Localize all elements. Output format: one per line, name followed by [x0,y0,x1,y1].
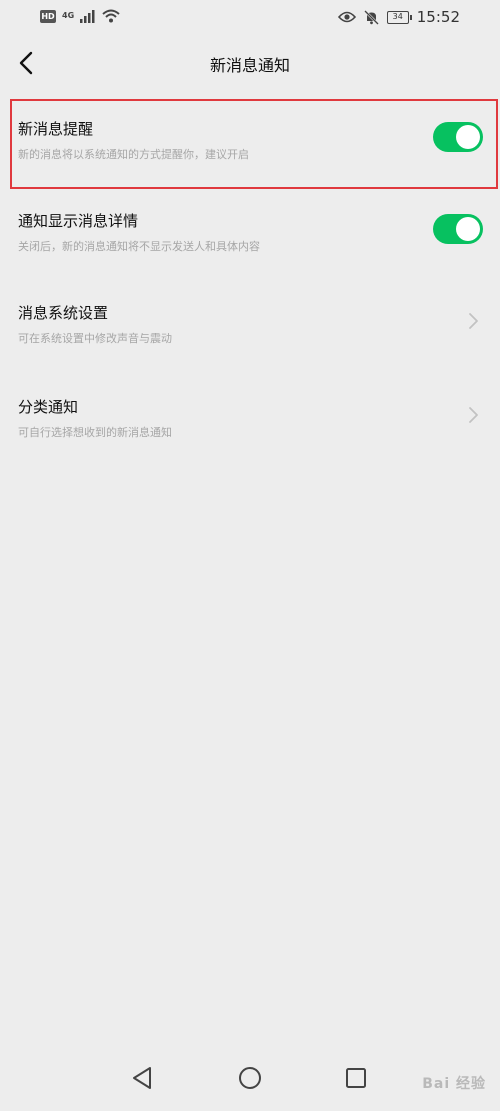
setting-row-new-message-alert[interactable]: 新消息提醒 新的消息将以系统通知的方式提醒你，建议开启 [0,100,500,188]
toggle-knob [456,217,480,241]
network-type-label: 4G [62,11,75,20]
setting-description: 可在系统设置中修改声音与震动 [18,332,172,345]
nav-recents-square-icon[interactable] [341,1063,371,1093]
setting-description: 关闭后，新的消息通知将不显示发送人和具体内容 [18,240,260,253]
bell-muted-icon [363,9,379,25]
setting-description: 新的消息将以系统通知的方式提醒你，建议开启 [18,148,249,161]
setting-row-system-settings[interactable]: 消息系统设置 可在系统设置中修改声音与震动 [0,284,500,372]
setting-row-show-message-details[interactable]: 通知显示消息详情 关闭后，新的消息通知将不显示发送人和具体内容 [0,192,500,280]
status-bar: HD 4G 34 15:52 [0,0,500,36]
chevron-right-icon[interactable] [466,406,480,424]
setting-title: 通知显示消息详情 [18,212,139,230]
screen: HD 4G 34 15:52 新消息通知 新消息提醒 新的消息将以系统通知的方式… [0,0,500,1111]
chevron-right-icon[interactable] [466,312,480,330]
wifi-icon [102,9,120,23]
setting-title: 分类通知 [18,398,79,416]
nav-home-circle-icon[interactable] [235,1063,265,1093]
hd-badge: HD [40,9,56,23]
setting-title: 新消息提醒 [18,120,94,138]
setting-description: 可自行选择想收到的新消息通知 [18,426,172,439]
status-bar-left: HD 4G [40,9,120,23]
status-bar-right: 34 15:52 [337,8,460,26]
eye-icon [337,11,356,23]
battery-indicator: 34 [386,10,412,24]
show-message-details-toggle[interactable] [433,214,483,244]
system-navigation-bar: Bai 经验 [0,1051,500,1111]
setting-row-category-notifications[interactable]: 分类通知 可自行选择想收到的新消息通知 [0,378,500,466]
new-message-alert-toggle[interactable] [433,122,483,152]
watermark: Bai 经验 [422,1076,486,1092]
nav-back-triangle-icon[interactable] [128,1063,158,1093]
nav-bar: 新消息通知 [0,36,500,90]
page-title: 新消息通知 [209,56,290,75]
setting-title: 消息系统设置 [18,304,109,322]
status-time: 15:52 [416,8,460,26]
signal-icon [80,9,95,23]
toggle-knob [456,125,480,149]
